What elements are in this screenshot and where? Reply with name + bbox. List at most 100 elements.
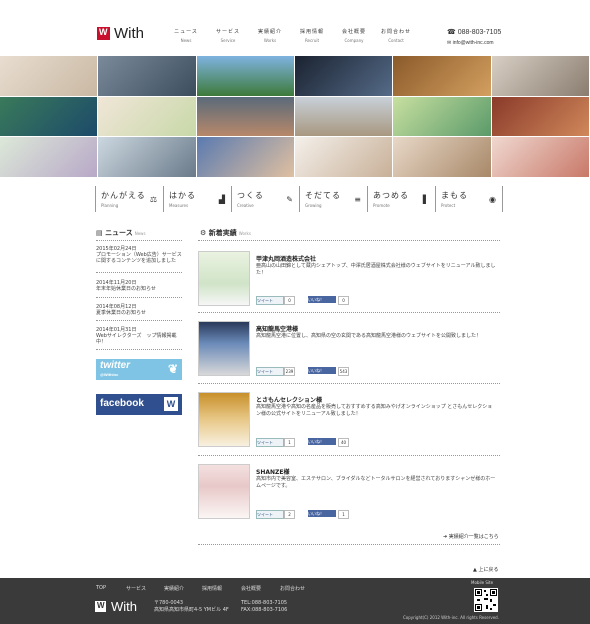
tweet-count: 0 (284, 296, 295, 305)
arrow-up-icon: ▲ (473, 567, 477, 573)
tweet-button[interactable]: ツイート (256, 367, 284, 376)
megaphone-icon: ▌ (422, 195, 429, 204)
works-heading: ⚙ 新着実績 Works (200, 229, 251, 237)
gear-icon: ⚙ (200, 229, 207, 237)
work-thumbnail[interactable] (198, 464, 250, 519)
divider (198, 455, 500, 456)
footer-address: 〒780-0043 高知県高知市県町4-5 YMビル 4F (154, 600, 229, 613)
divider (96, 297, 182, 298)
divider (198, 240, 500, 241)
footer-nav-recruit[interactable]: 採用情報 (202, 585, 222, 592)
logo-text[interactable]: With (114, 25, 144, 42)
photo-tile (295, 96, 394, 138)
work-title[interactable]: とさもんセレクション様 (256, 395, 322, 404)
category-creative[interactable]: つくる Creative ✎ (231, 186, 299, 212)
work-title[interactable]: 甲津丸岡酒造株式会社 (256, 254, 316, 263)
chart-icon: ▟ (218, 195, 225, 204)
footer-nav-company[interactable]: 会社概要 (241, 585, 261, 592)
photo-tile (196, 56, 295, 97)
email-address[interactable]: info@with-inc.com (453, 40, 494, 46)
work-thumbnail[interactable] (198, 321, 250, 376)
tweet-count: 1 (284, 438, 295, 447)
works-list-link[interactable]: ➜ 実績紹介一覧はこちら (443, 533, 499, 540)
arrow-circle-icon: ➜ (443, 534, 448, 540)
category-growing[interactable]: そだてる Growing ≡ (299, 186, 367, 212)
news-heading: ▤ ニュース News (96, 229, 146, 237)
photo-tile (196, 96, 295, 138)
logo-mark[interactable] (97, 27, 110, 40)
global-nav: ニュース News サービス Service 実績紹介 Works 採用情報 Recru… (165, 28, 417, 43)
nav-recruit[interactable]: 採用情報 Recruit (291, 28, 333, 43)
tweet-button[interactable]: ツイート (256, 438, 284, 447)
service-category-nav: かんがえる Planning ⚖ はかる Measures ▟ つくる Creative ✎… (95, 186, 503, 212)
hero-photo-mosaic (0, 56, 590, 178)
category-measures[interactable]: はかる Measures ▟ (163, 186, 231, 212)
footer-logo-text[interactable]: With (111, 599, 137, 614)
mail-icon: ✉ (447, 40, 452, 46)
work-title[interactable]: SHANZE様 (256, 467, 289, 476)
like-button[interactable]: いいね！ (308, 510, 336, 517)
news-item[interactable]: 2014年11月20日 年末年始休業日のお知らせ (96, 280, 182, 292)
category-protect[interactable]: まもる Protect ◉ (435, 186, 503, 212)
nav-contact[interactable]: お問合わせ Contact (375, 28, 417, 43)
qr-code-icon (474, 588, 498, 612)
category-promote[interactable]: あつめる Promote ▌ (367, 186, 435, 212)
footer-nav-top[interactable]: TOP (96, 585, 106, 591)
footer-logo-mark[interactable] (95, 601, 106, 612)
work-description: 高知市内で美容室、エステサロン、ブライダルなどトータルサロンを経営されております… (256, 476, 496, 489)
like-count: 40 (338, 438, 349, 447)
phone-icon: ☎ (447, 29, 456, 36)
photo-tile (491, 137, 590, 178)
category-planning[interactable]: かんがえる Planning ⚖ (95, 186, 163, 212)
bird-icon: ❦ (167, 362, 178, 376)
photo-tile (0, 137, 99, 178)
work-thumbnail[interactable] (198, 392, 250, 447)
nav-service[interactable]: サービス Service (207, 28, 249, 43)
twitter-banner[interactable]: twitter @Withinc ❦ (96, 359, 182, 380)
nav-works[interactable]: 実績紹介 Works (249, 28, 291, 43)
contact-info: ☎ 088-803-7105 ✉ info@with-inc.com (447, 27, 501, 49)
footer-nav-service[interactable]: サービス (126, 585, 146, 592)
growth-icon: ≡ (354, 195, 361, 204)
like-count: 0 (338, 296, 349, 305)
work-description: 高知龍馬空港に位置し、高知県の空の玄関である高知龍馬空港様のウェブサイトを公開致… (256, 333, 481, 339)
photo-tile (393, 137, 492, 178)
nav-news[interactable]: ニュース News (165, 28, 207, 43)
photo-tile (295, 56, 394, 97)
work-description: 高知龍馬空港や高知の名産品を販売しておすすめする高知みやげオンラインショップ と… (256, 404, 493, 417)
photo-tile (98, 96, 197, 138)
nav-company[interactable]: 会社概要 Company (333, 28, 375, 43)
divider (198, 544, 500, 545)
photo-tile (98, 56, 197, 97)
tweet-button[interactable]: ツイート (256, 296, 284, 305)
photo-tile (0, 96, 99, 138)
tweet-button[interactable]: ツイート (256, 510, 284, 519)
news-item[interactable]: 2015年02月24日 プロモーション（Web広告）サービスに関するコンテンツを追… (96, 246, 182, 264)
footer-nav-works[interactable]: 実績紹介 (164, 585, 184, 592)
like-count: 1 (338, 510, 349, 519)
photo-tile (295, 137, 394, 178)
back-to-top-link[interactable]: ▲ 上に戻る (473, 566, 498, 573)
news-item[interactable]: 2014年01月31日 Webサイレクターズ ップ情報掲載中！ (96, 327, 182, 345)
divider (96, 272, 182, 273)
scale-icon: ⚖ (149, 195, 157, 204)
like-count: 543 (338, 367, 349, 376)
work-thumbnail[interactable] (198, 251, 250, 306)
news-item[interactable]: 2014年08月12日 夏季休業日のお知らせ (96, 304, 182, 316)
photo-tile (491, 96, 590, 138)
like-button[interactable]: いいね！ (308, 367, 336, 374)
divider (198, 312, 500, 313)
divider (96, 349, 182, 350)
phone-number[interactable]: 088-803-7105 (458, 29, 502, 36)
like-button[interactable]: いいね！ (308, 296, 336, 303)
like-button[interactable]: いいね！ (308, 438, 336, 445)
rss-icon: ▤ (96, 229, 103, 237)
divider (198, 383, 500, 384)
footer-nav-contact[interactable]: お問合わせ (280, 585, 305, 592)
wrench-icon: ✎ (286, 195, 293, 204)
photo-tile (393, 96, 492, 138)
work-title[interactable]: 高知龍馬空港様 (256, 324, 298, 333)
facebook-banner[interactable]: facebook W (96, 394, 182, 415)
footer-tel-fax: TEL:088-803-7105 FAX:088-803-7106 (241, 600, 288, 613)
tweet-count: 239 (284, 367, 295, 376)
